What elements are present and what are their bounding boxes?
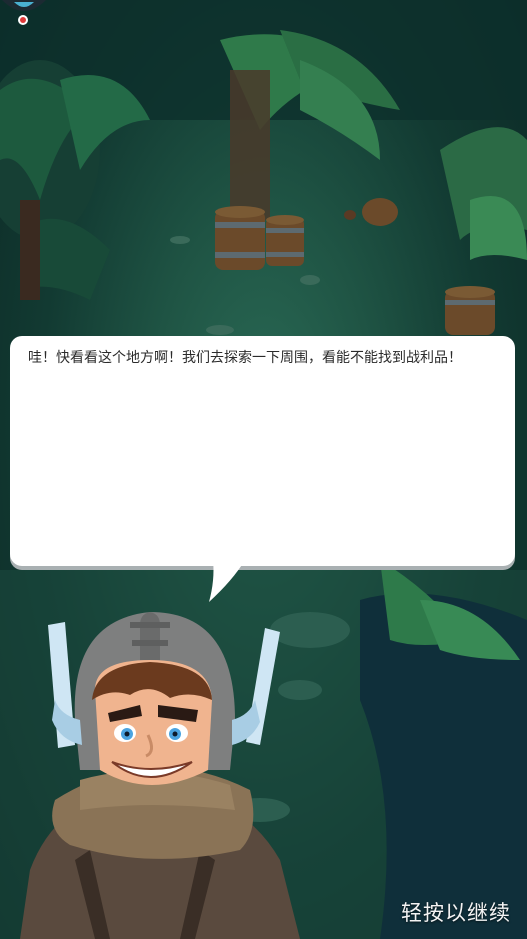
map-marker-icon <box>2 0 46 25</box>
dialog-text: 哇！快看看这个地方啊！我们去探索一下周围，看能不能找到战利品！ <box>28 350 462 366</box>
tap-to-continue-label[interactable]: 轻按以继续 <box>401 897 511 927</box>
dialog-bubble[interactable]: 哇！快看看这个地方啊！我们去探索一下周围，看能不能找到战利品！ <box>10 336 515 566</box>
dialog-tail <box>209 560 245 602</box>
